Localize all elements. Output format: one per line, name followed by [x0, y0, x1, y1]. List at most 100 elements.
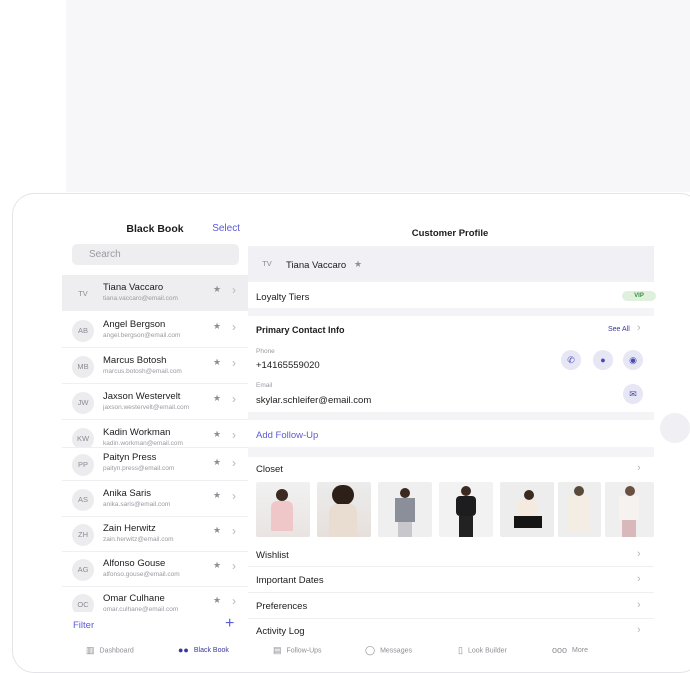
more-dots-icon: ooo [552, 645, 568, 655]
contact-row[interactable]: PP Paityn Press paityn.press@email.com ★… [62, 448, 248, 481]
book-icon: ▯ [458, 645, 463, 655]
contact-row[interactable]: JW Jaxson Westervelt jaxson.westervelt@e… [62, 384, 248, 420]
chevron-right-icon: › [232, 392, 236, 406]
contact-row[interactable]: MB Marcus Botosh marcus.botosh@email.com… [62, 348, 248, 384]
chevron-right-icon: › [637, 462, 641, 474]
avatar: TV [78, 289, 88, 298]
chevron-right-icon: › [637, 573, 641, 585]
phone-value: +14165559020 [256, 360, 320, 371]
tab-look-builder[interactable]: ▯ Look Builder [458, 645, 507, 656]
star-icon[interactable]: ★ [213, 429, 221, 440]
mail-icon[interactable]: ✉ [623, 384, 643, 404]
activity-log-label: Activity Log [256, 626, 305, 637]
chevron-right-icon: › [637, 599, 641, 611]
avatar: AG [72, 559, 94, 581]
contact-email: kadin.workman@email.com [103, 440, 183, 447]
people-icon: ●● [178, 645, 189, 655]
contact-email: marcus.botosh@email.com [103, 368, 182, 375]
chat-bubble-icon: ◯ [365, 645, 376, 655]
tab-messages[interactable]: ◯ Messages [365, 645, 412, 656]
tab-black-book[interactable]: ●● Black Book [178, 645, 229, 655]
wishlist-row[interactable]: Wishlist › [248, 543, 654, 567]
message-icon[interactable]: ● [593, 350, 613, 370]
closet-item-image[interactable] [605, 482, 654, 537]
avatar: PP [72, 454, 94, 476]
whatsapp-icon[interactable]: ◉ [623, 350, 643, 370]
contact-name: Anika Saris [103, 488, 152, 499]
chevron-right-icon: › [232, 489, 236, 503]
profile-header: TV Tiana Vaccaro ★ [248, 246, 654, 282]
wishlist-label: Wishlist [256, 550, 289, 561]
loyalty-tiers-label: Loyalty Tiers [256, 292, 310, 303]
filter-button[interactable]: Filter [73, 620, 94, 631]
star-icon[interactable]: ★ [213, 595, 221, 606]
preferences-row[interactable]: Preferences › [248, 594, 654, 619]
primary-contact-header: Primary Contact Info [256, 325, 345, 335]
star-icon[interactable]: ★ [213, 321, 221, 332]
contact-email: angel.bergson@email.com [103, 332, 181, 339]
tab-more[interactable]: ooo More [552, 645, 588, 655]
contact-row[interactable]: AB Angel Bergson angel.bergson@email.com… [62, 312, 248, 348]
contact-name: Marcus Botosh [103, 355, 167, 366]
contact-name: Paityn Press [103, 452, 157, 463]
contact-email: paityn.press@email.com [103, 465, 175, 472]
star-icon[interactable]: ★ [213, 284, 221, 295]
closet-item-image[interactable] [256, 482, 310, 537]
avatar: AB [72, 320, 94, 342]
chevron-right-icon: › [637, 548, 641, 560]
search-input[interactable]: Search [72, 244, 239, 265]
tab-bar: ▥ Dashboard ●● Black Book ▤ Follow-Ups ◯ Mes… [62, 641, 662, 661]
select-button[interactable]: Select [212, 223, 240, 234]
star-icon[interactable]: ★ [213, 457, 221, 468]
divider [248, 308, 654, 316]
closet-label[interactable]: Closet [256, 464, 283, 475]
add-follow-up-button[interactable]: Add Follow-Up [256, 430, 318, 441]
contact-row[interactable]: TV Tiana Vaccaro tiana.vaccaro@email.com… [62, 275, 248, 311]
contact-email: anika.saris@email.com [103, 501, 171, 508]
assistive-touch-button[interactable] [660, 413, 690, 443]
contact-row[interactable]: KW Kadin Workman kadin.workman@email.com… [62, 420, 248, 448]
avatar: TV [256, 253, 278, 275]
chevron-right-icon: › [232, 320, 236, 334]
contact-name: Angel Bergson [103, 319, 166, 330]
star-icon[interactable]: ★ [213, 393, 221, 404]
loyalty-tiers-row[interactable]: Loyalty Tiers [248, 286, 654, 308]
divider [248, 447, 654, 457]
chevron-right-icon: › [232, 356, 236, 370]
chevron-right-icon: › [232, 283, 236, 297]
contact-row[interactable]: AS Anika Saris anika.saris@email.com ★ › [62, 481, 248, 517]
contact-row[interactable]: ZH Zain Herwitz zain.herwitz@email.com ★… [62, 516, 248, 552]
tab-dashboard[interactable]: ▥ Dashboard [86, 645, 134, 656]
contact-email: jaxson.westervelt@email.com [103, 404, 190, 411]
phone-icon[interactable]: ✆ [561, 350, 581, 370]
preferences-label: Preferences [256, 601, 308, 612]
star-icon[interactable]: ★ [213, 560, 221, 571]
clipboard-icon: ▤ [273, 645, 282, 655]
closet-item-image[interactable] [439, 482, 493, 537]
filter-bar: Filter + [62, 612, 248, 641]
star-icon[interactable]: ★ [354, 259, 362, 270]
star-icon[interactable]: ★ [213, 490, 221, 501]
contact-name: Jaxson Westervelt [103, 391, 181, 402]
tab-follow-ups[interactable]: ▤ Follow-Ups [273, 645, 322, 656]
avatar: ZH [72, 524, 94, 546]
contact-row[interactable]: AG Alfonso Gouse alfonso.gouse@email.com… [62, 551, 248, 587]
closet-item-image[interactable] [500, 482, 554, 537]
email-label: Email [256, 382, 273, 389]
contact-name: Tiana Vaccaro [103, 282, 164, 293]
closet-item-image[interactable] [378, 482, 432, 537]
customer-name: Tiana Vaccaro [286, 260, 347, 271]
activity-log-row[interactable]: Activity Log › [248, 620, 654, 641]
important-dates-row[interactable]: Important Dates › [248, 568, 654, 593]
closet-item-image[interactable] [317, 482, 371, 537]
closet-item-image[interactable] [558, 482, 601, 537]
star-icon[interactable]: ★ [213, 525, 221, 536]
add-contact-button[interactable]: + [225, 615, 234, 633]
email-value: skylar.schleifer@email.com [256, 395, 372, 406]
black-book-panel: Black Book Select Search TV Tiana Vaccar… [62, 207, 248, 641]
star-icon[interactable]: ★ [213, 357, 221, 368]
chevron-right-icon: › [637, 624, 641, 636]
divider [248, 412, 654, 420]
contact-email: tiana.vaccaro@email.com [103, 295, 178, 302]
see-all-link[interactable]: See All [608, 326, 630, 333]
